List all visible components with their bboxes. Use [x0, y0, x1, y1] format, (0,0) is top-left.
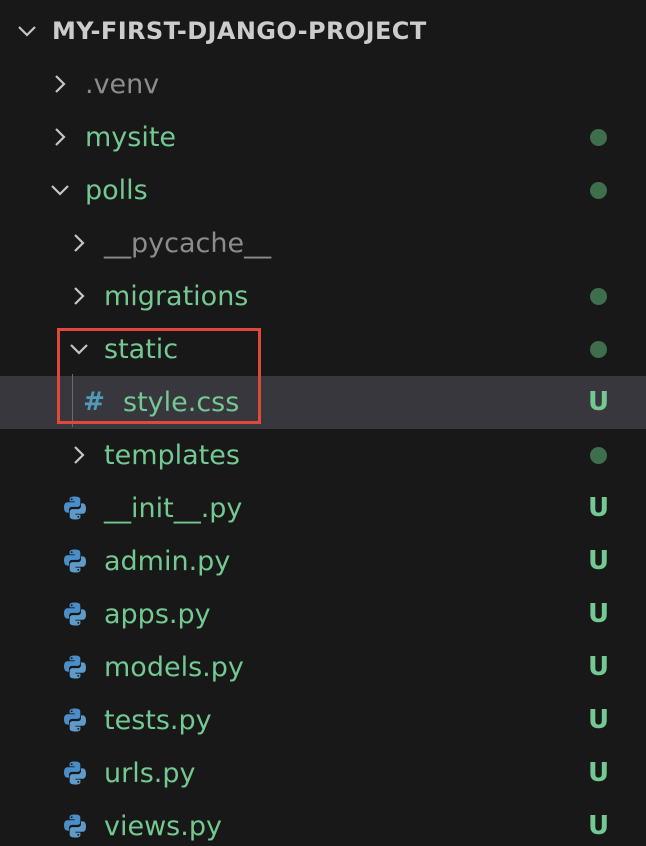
item-label: templates — [104, 440, 240, 471]
chevron-right-icon[interactable] — [69, 233, 89, 253]
python-icon — [61, 600, 89, 628]
item-label: mysite — [85, 122, 177, 153]
folder-row-migrations[interactable]: migrations — [0, 270, 646, 323]
file-row-views-py[interactable]: views.py U — [0, 800, 646, 846]
git-status-dot — [590, 341, 607, 358]
git-untracked-badge: U — [588, 546, 610, 576]
item-label: urls.py — [104, 758, 196, 789]
git-untracked-badge: U — [588, 652, 610, 682]
folder-row-pycache[interactable]: __pycache__ — [0, 217, 646, 270]
item-label: models.py — [104, 652, 244, 683]
item-label: static — [104, 334, 179, 365]
git-untracked-badge: U — [588, 387, 610, 417]
folder-row-templates[interactable]: templates — [0, 429, 646, 482]
python-icon — [61, 759, 89, 787]
file-explorer: MY-FIRST-DJANGO-PROJECT .venv mysite polls… — [0, 0, 646, 846]
item-label: __init__.py — [104, 493, 243, 524]
item-label: style.css — [123, 387, 240, 418]
item-label: .venv — [85, 69, 160, 100]
file-row-urls-py[interactable]: urls.py U — [0, 747, 646, 800]
folder-row-mysite[interactable]: mysite — [0, 111, 646, 164]
item-label: apps.py — [104, 599, 211, 630]
explorer-root-header[interactable]: MY-FIRST-DJANGO-PROJECT — [0, 5, 646, 58]
project-root-label: MY-FIRST-DJANGO-PROJECT — [52, 17, 427, 45]
git-status-dot — [590, 129, 607, 146]
item-label: tests.py — [104, 705, 212, 736]
python-icon — [61, 812, 89, 840]
python-icon — [61, 706, 89, 734]
folder-row-polls[interactable]: polls — [0, 164, 646, 217]
file-row-tests-py[interactable]: tests.py U — [0, 694, 646, 747]
chevron-down-icon[interactable] — [50, 180, 70, 200]
file-row-admin-py[interactable]: admin.py U — [0, 535, 646, 588]
file-row-style-css[interactable]: # style.css U — [0, 376, 646, 429]
item-label: migrations — [104, 281, 249, 312]
python-icon — [61, 494, 89, 522]
git-untracked-badge: U — [588, 811, 610, 841]
git-untracked-badge: U — [588, 705, 610, 735]
css-hash-icon: # — [83, 387, 105, 417]
chevron-right-icon[interactable] — [50, 74, 70, 94]
item-label: __pycache__ — [104, 228, 272, 259]
python-icon — [61, 653, 89, 681]
git-untracked-badge: U — [588, 599, 610, 629]
chevron-down-icon[interactable] — [17, 21, 37, 41]
python-icon — [61, 547, 89, 575]
chevron-right-icon[interactable] — [50, 127, 70, 147]
git-status-dot — [590, 182, 607, 199]
indent-guide — [72, 374, 73, 427]
file-row-apps-py[interactable]: apps.py U — [0, 588, 646, 641]
git-untracked-badge: U — [588, 758, 610, 788]
git-status-dot — [590, 288, 607, 305]
git-status-dot — [590, 447, 607, 464]
chevron-right-icon[interactable] — [69, 286, 89, 306]
item-label: views.py — [104, 811, 222, 842]
item-label: polls — [85, 175, 148, 206]
folder-row-venv[interactable]: .venv — [0, 58, 646, 111]
chevron-down-icon[interactable] — [69, 339, 89, 359]
file-row-models-py[interactable]: models.py U — [0, 641, 646, 694]
git-untracked-badge: U — [588, 493, 610, 523]
folder-row-static[interactable]: static — [0, 323, 646, 376]
chevron-right-icon[interactable] — [69, 445, 89, 465]
item-label: admin.py — [104, 546, 231, 577]
file-row-init-py[interactable]: __init__.py U — [0, 482, 646, 535]
